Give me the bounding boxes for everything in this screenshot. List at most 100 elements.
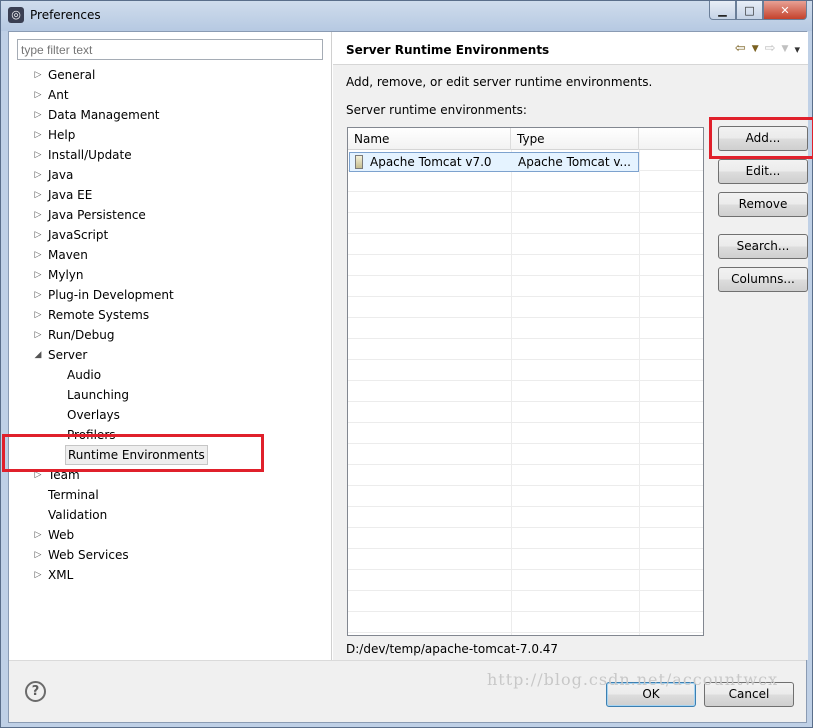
table-grid-line <box>348 339 703 360</box>
filter-input[interactable] <box>17 39 323 60</box>
runtime-list-label: Server runtime environments: <box>346 103 527 117</box>
collapsed-arrow-icon[interactable]: ▷ <box>33 105 43 125</box>
tree-item-label: Java <box>48 168 74 182</box>
table-grid-line <box>348 402 703 423</box>
view-menu-icon[interactable]: ▾ <box>794 41 800 58</box>
tree-item-label: Java Persistence <box>48 208 146 222</box>
page-title: Server Runtime Environments <box>346 43 550 57</box>
table-grid-line <box>348 381 703 402</box>
tree-item[interactable]: ▷ Mylyn <box>15 265 325 285</box>
remove-button[interactable]: Remove <box>718 192 808 217</box>
collapsed-arrow-icon[interactable]: ▷ <box>33 205 43 225</box>
collapsed-arrow-icon[interactable]: ▷ <box>33 325 43 345</box>
watermark: http://blog.csdn.net/accountwcx <box>487 670 779 689</box>
tree-item[interactable]: ▷ Maven <box>15 245 325 265</box>
tree-item-label: Ant <box>48 88 69 102</box>
eclipse-app-icon: ◎ <box>8 7 24 23</box>
tree-item[interactable]: Audio <box>15 365 325 385</box>
tree-item[interactable]: ▷ Web <box>15 525 325 545</box>
expanded-arrow-icon[interactable]: ◢ <box>33 345 43 365</box>
back-arrow-icon[interactable]: ⇦ <box>735 41 746 58</box>
table-grid-line <box>348 528 703 549</box>
tree-item[interactable]: ▷ Help <box>15 125 325 145</box>
tree-item-label: General <box>48 68 96 82</box>
table-grid-line <box>348 192 703 213</box>
collapsed-arrow-icon[interactable]: ▷ <box>33 65 43 85</box>
tree-item[interactable]: ▷ Data Management <box>15 105 325 125</box>
forward-menu-chevron-icon[interactable]: ▼ <box>782 41 789 58</box>
table-grid-line <box>348 255 703 276</box>
columns-button[interactable]: Columns... <box>718 267 808 292</box>
preference-navigation: ▷ General ▷ Ant ▷ Data Management ▷ Help ▷ Instal… <box>9 32 332 660</box>
collapsed-arrow-icon[interactable]: ▷ <box>33 265 43 285</box>
preferences-window: ◎ Preferences ▁ □ ✕ ▷ General ▷ Ant ▷ Data Ma… <box>0 0 813 728</box>
page-navigation: ⇦ ▼ ⇨ ▼ ▾ <box>735 41 800 58</box>
runtime-table[interactable]: Name Type Apache Tomcat v7.0 Apache Tomc… <box>347 127 704 636</box>
tree-item[interactable]: Validation <box>15 505 325 525</box>
tree-item[interactable]: ▷ Install/Update <box>15 145 325 165</box>
dialog-client: ▷ General ▷ Ant ▷ Data Management ▷ Help ▷ Instal… <box>8 31 813 723</box>
collapsed-arrow-icon[interactable]: ▷ <box>33 145 43 165</box>
tree-item[interactable]: Terminal <box>15 485 325 505</box>
tree-item[interactable]: ▷ Web Services <box>15 545 325 565</box>
minimize-icon[interactable]: ▁ <box>709 1 736 20</box>
tree-item[interactable]: Overlays <box>15 405 325 425</box>
tree-item-label: Web <box>48 528 75 542</box>
close-icon[interactable]: ✕ <box>763 1 807 20</box>
collapsed-arrow-icon[interactable]: ▷ <box>33 565 43 585</box>
preference-page: Server Runtime Environments ⇦ ▼ ⇨ ▼ ▾ Ad… <box>333 32 813 660</box>
column-header-name[interactable]: Name <box>348 128 511 150</box>
collapsed-arrow-icon[interactable]: ▷ <box>33 165 43 185</box>
tree-item[interactable]: ▷ Run/Debug <box>15 325 325 345</box>
tree-item-label: Java EE <box>48 188 93 202</box>
table-grid-line <box>348 318 703 339</box>
maximize-icon[interactable]: □ <box>736 1 763 20</box>
collapsed-arrow-icon[interactable]: ▷ <box>33 245 43 265</box>
collapsed-arrow-icon[interactable]: ▷ <box>33 525 43 545</box>
tree-item[interactable]: ▷ XML <box>15 565 325 585</box>
collapsed-arrow-icon[interactable]: ▷ <box>33 85 43 105</box>
tree-item-label: Terminal <box>48 488 99 502</box>
tree-item[interactable]: ◢ Server <box>15 345 325 365</box>
tree-item[interactable]: ▷ Plug-in Development <box>15 285 325 305</box>
forward-arrow-icon[interactable]: ⇨ <box>765 41 776 58</box>
tree-item[interactable]: ▷ Java EE <box>15 185 325 205</box>
window-title: Preferences <box>30 8 101 22</box>
annotation-highlight-runtime-environments <box>2 434 264 472</box>
collapsed-arrow-icon[interactable]: ▷ <box>33 305 43 325</box>
edit-button[interactable]: Edit... <box>718 159 808 184</box>
tree-item-label: Mylyn <box>48 268 84 282</box>
table-row[interactable]: Apache Tomcat v7.0 Apache Tomcat v... <box>349 152 639 172</box>
page-description: Add, remove, or edit server runtime envi… <box>346 75 653 89</box>
collapsed-arrow-icon[interactable]: ▷ <box>33 185 43 205</box>
runtime-location: D:/dev/temp/apache-tomcat-7.0.47 <box>346 642 559 656</box>
title-bar[interactable]: ◎ Preferences ▁ □ ✕ <box>1 1 812 31</box>
back-menu-chevron-icon[interactable]: ▼ <box>752 41 759 58</box>
table-header: Name Type <box>348 128 703 150</box>
table-grid-line <box>348 465 703 486</box>
collapsed-arrow-icon[interactable]: ▷ <box>33 225 43 245</box>
tree-item[interactable]: ▷ Java Persistence <box>15 205 325 225</box>
help-icon[interactable]: ? <box>25 681 46 702</box>
tree-item[interactable]: ▷ Ant <box>15 85 325 105</box>
tree-item[interactable]: ▷ JavaScript <box>15 225 325 245</box>
tree-item[interactable]: ▷ Remote Systems <box>15 305 325 325</box>
tree-item[interactable]: ▷ Java <box>15 165 325 185</box>
tree-item-label: Run/Debug <box>48 328 115 342</box>
tree-item-label: Data Management <box>48 108 160 122</box>
tree-item-label: Maven <box>48 248 88 262</box>
tree-item[interactable]: Launching <box>15 385 325 405</box>
tree-item-label: JavaScript <box>48 228 109 242</box>
column-header-type[interactable]: Type <box>511 128 639 150</box>
table-grid-line <box>348 423 703 444</box>
collapsed-arrow-icon[interactable]: ▷ <box>33 125 43 145</box>
tree-item-label: Validation <box>48 508 108 522</box>
collapsed-arrow-icon[interactable]: ▷ <box>33 285 43 305</box>
window-controls: ▁ □ ✕ <box>709 1 807 21</box>
search-button[interactable]: Search... <box>718 234 808 259</box>
tree-item-label: Help <box>48 128 76 142</box>
tree-item[interactable]: ▷ General <box>15 65 325 85</box>
annotation-highlight-add <box>709 117 813 159</box>
table-grid-line <box>348 297 703 318</box>
collapsed-arrow-icon[interactable]: ▷ <box>33 545 43 565</box>
